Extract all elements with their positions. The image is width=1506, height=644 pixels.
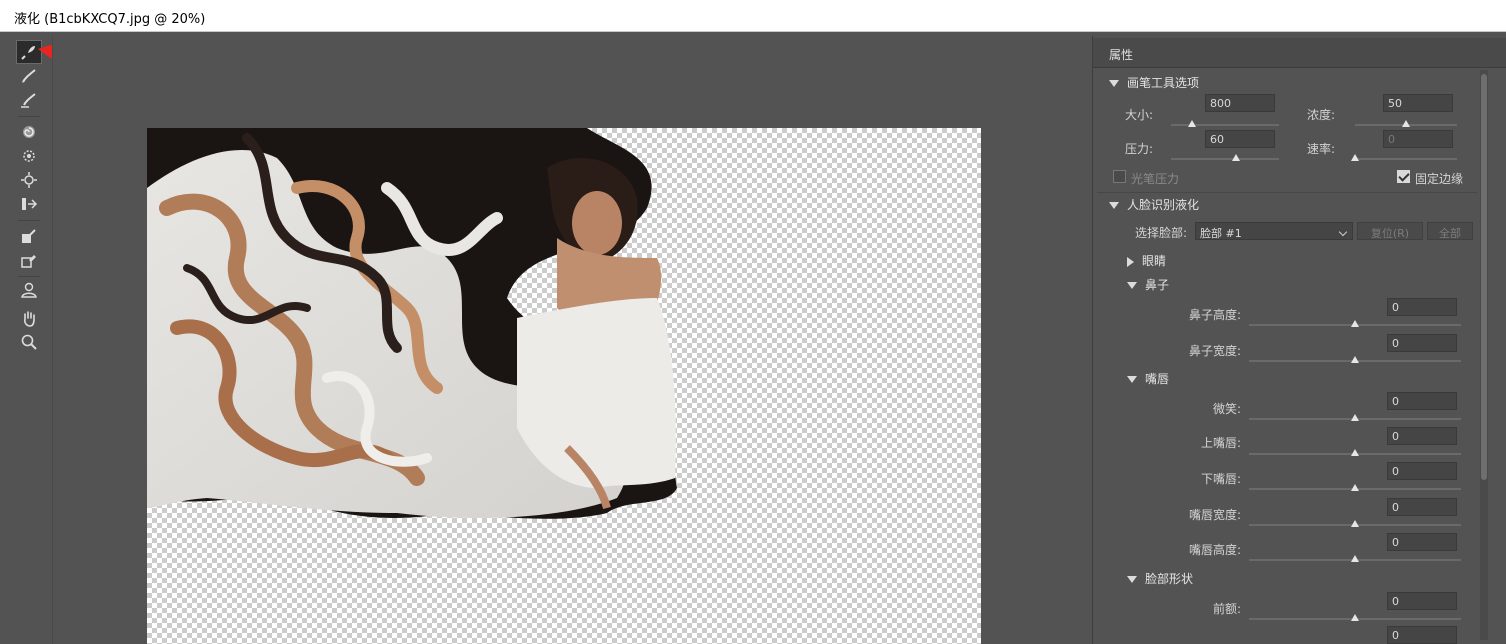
- smile-label: 微笑:: [1213, 402, 1242, 416]
- upper-lip-field[interactable]: 0: [1387, 427, 1457, 445]
- pressure-slider[interactable]: [1171, 154, 1279, 162]
- slider-thumb[interactable]: [1351, 484, 1359, 491]
- rate-field[interactable]: 0: [1383, 130, 1453, 148]
- chin-height-field[interactable]: 0: [1387, 626, 1457, 644]
- slider-thumb[interactable]: [1351, 555, 1359, 562]
- properties-panel: 属性 画笔工具选项 大小: 800 浓度: 50 压力: 60 速率: 0 光笔…: [1092, 36, 1506, 644]
- slider-thumb[interactable]: [1231, 154, 1240, 161]
- mouth-height-field[interactable]: 0: [1387, 533, 1457, 551]
- collapse-triangle-icon: [1127, 376, 1137, 383]
- brush-options-header[interactable]: 画笔工具选项: [1109, 74, 1199, 91]
- collapse-triangle-icon: [1109, 80, 1119, 87]
- nose-width-label: 鼻子宽度:: [1189, 344, 1242, 358]
- mouth-width-label: 嘴唇宽度:: [1189, 508, 1242, 522]
- slider-thumb[interactable]: [1402, 120, 1410, 127]
- pin-edges-label: 固定边缘: [1415, 172, 1464, 186]
- lower-lip-slider[interactable]: [1249, 484, 1461, 492]
- thaw-mask-tool-icon[interactable]: [16, 248, 42, 272]
- pucker-tool-icon[interactable]: [16, 144, 42, 168]
- push-left-tool-icon[interactable]: [16, 192, 42, 216]
- all-button[interactable]: 全部: [1427, 222, 1473, 240]
- mouth-height-slider[interactable]: [1249, 555, 1461, 563]
- nose-height-label: 鼻子高度:: [1189, 308, 1242, 322]
- pressure-field[interactable]: 60: [1205, 130, 1275, 148]
- mouth-header[interactable]: 嘴唇: [1127, 370, 1169, 387]
- face-aware-header[interactable]: 人脸识别液化: [1109, 196, 1199, 213]
- density-field[interactable]: 50: [1383, 94, 1453, 112]
- face-shape-header[interactable]: 脸部形状: [1127, 570, 1193, 587]
- rate-slider[interactable]: [1351, 154, 1457, 162]
- expand-triangle-icon: [1127, 256, 1134, 267]
- nose-height-field[interactable]: 0: [1387, 298, 1457, 316]
- lower-lip-field[interactable]: 0: [1387, 462, 1457, 480]
- stylus-pressure-label: 光笔压力: [1131, 172, 1180, 186]
- preview-canvas-area[interactable]: [52, 36, 1090, 644]
- document-preview[interactable]: [147, 128, 981, 644]
- nose-header[interactable]: 鼻子: [1127, 276, 1169, 293]
- collapse-triangle-icon: [1127, 576, 1137, 583]
- slider-thumb[interactable]: [1351, 614, 1359, 621]
- slider-thumb[interactable]: [1351, 449, 1359, 456]
- chevron-down-icon: [1338, 227, 1348, 237]
- slider-thumb[interactable]: [1351, 414, 1359, 421]
- panel-title: 属性: [1093, 38, 1506, 68]
- forehead-slider[interactable]: [1249, 614, 1461, 622]
- freeze-mask-tool-icon[interactable]: [16, 224, 42, 248]
- eyes-header[interactable]: 眼睛: [1127, 252, 1166, 269]
- smooth-tool-icon[interactable]: [16, 88, 42, 112]
- collapse-triangle-icon: [1127, 282, 1137, 289]
- upper-lip-slider[interactable]: [1249, 449, 1461, 457]
- twirl-tool-icon[interactable]: [16, 120, 42, 144]
- density-label: 浓度:: [1307, 108, 1336, 122]
- size-slider[interactable]: [1171, 120, 1279, 128]
- zoom-tool-icon[interactable]: [16, 330, 42, 354]
- panel-scrollbar[interactable]: [1480, 70, 1488, 640]
- collapse-triangle-icon: [1109, 202, 1119, 209]
- nose-width-field[interactable]: 0: [1387, 334, 1457, 352]
- scrollbar-thumb[interactable]: [1481, 74, 1487, 480]
- tool-bar: [8, 36, 50, 644]
- slider-thumb[interactable]: [1351, 320, 1359, 327]
- forehead-label: 前额:: [1213, 602, 1242, 616]
- slider-thumb[interactable]: [1351, 154, 1359, 161]
- face-tool-icon[interactable]: [16, 278, 42, 302]
- slider-thumb[interactable]: [1351, 520, 1359, 527]
- window-title: 液化 (B1cbKXCQ7.jpg @ 20%): [0, 0, 1506, 32]
- stylus-pressure-checkbox[interactable]: [1113, 170, 1126, 183]
- rate-label: 速率:: [1307, 142, 1336, 156]
- smile-slider[interactable]: [1249, 414, 1461, 422]
- liquified-photo: [147, 128, 677, 519]
- mouth-width-field[interactable]: 0: [1387, 498, 1457, 516]
- mouth-height-label: 嘴唇高度:: [1189, 543, 1242, 557]
- pin-edges-checkbox[interactable]: [1397, 170, 1410, 183]
- smile-field[interactable]: 0: [1387, 392, 1457, 410]
- size-label: 大小:: [1125, 108, 1154, 122]
- select-face-label: 选择脸部:: [1135, 226, 1188, 240]
- lower-lip-label: 下嘴唇:: [1201, 472, 1242, 486]
- select-face-dropdown[interactable]: 脸部 #1: [1195, 222, 1353, 240]
- pressure-label: 压力:: [1125, 142, 1154, 156]
- forehead-field[interactable]: 0: [1387, 592, 1457, 610]
- slider-thumb[interactable]: [1351, 356, 1359, 363]
- section-divider: [1097, 192, 1477, 193]
- hand-tool-icon[interactable]: [16, 306, 42, 330]
- density-slider[interactable]: [1355, 120, 1457, 128]
- nose-height-slider[interactable]: [1249, 320, 1461, 328]
- bloat-tool-icon[interactable]: [16, 168, 42, 192]
- upper-lip-label: 上嘴唇:: [1201, 436, 1242, 450]
- reset-button[interactable]: 复位(R): [1357, 222, 1423, 240]
- size-field[interactable]: 800: [1205, 94, 1275, 112]
- slider-thumb[interactable]: [1187, 120, 1196, 127]
- nose-width-slider[interactable]: [1249, 356, 1461, 364]
- mouth-width-slider[interactable]: [1249, 520, 1461, 528]
